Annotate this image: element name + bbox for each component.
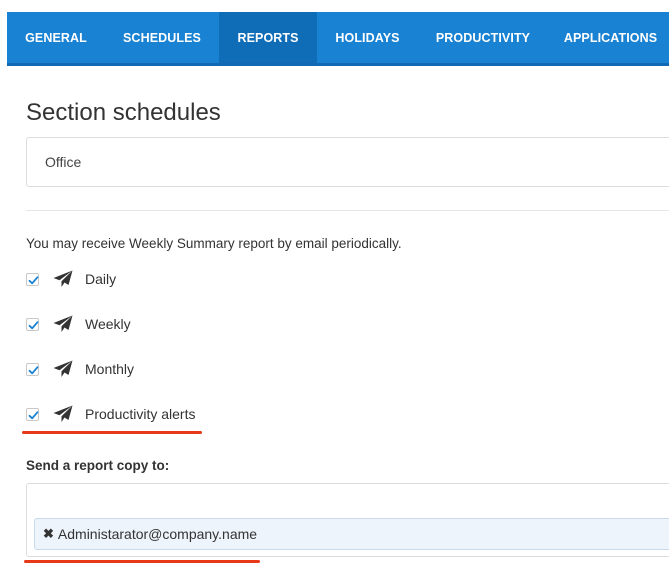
productivity-alerts-label: Productivity alerts — [85, 406, 196, 422]
divider — [26, 210, 669, 211]
report-option-daily: Daily — [26, 269, 116, 289]
highlight-underline — [22, 431, 202, 434]
paper-plane-icon — [53, 405, 73, 422]
recipient-tag: ✖ Administarator@company.name — [34, 518, 669, 550]
tab-holidays[interactable]: HOLIDAYS — [317, 12, 418, 63]
tab-reports[interactable]: REPORTS — [219, 12, 317, 63]
section-schedule-input[interactable] — [26, 137, 669, 187]
weekly-checkbox[interactable] — [26, 317, 39, 331]
weekly-summary-info: You may receive Weekly Summary report by… — [26, 236, 402, 251]
report-option-monthly: Monthly — [26, 359, 134, 379]
checkmark-icon — [28, 320, 39, 329]
paper-plane-icon — [53, 360, 73, 377]
tab-applications[interactable]: APPLICATIONS — [548, 12, 669, 63]
daily-label: Daily — [85, 271, 117, 287]
checkmark-icon — [28, 275, 39, 284]
report-copy-label: Send a report copy to: — [26, 458, 170, 473]
productivity-alerts-checkbox[interactable] — [26, 407, 39, 421]
report-option-weekly: Weekly — [26, 314, 131, 334]
tab-general[interactable]: GENERAL — [7, 12, 105, 63]
report-option-productivity-alerts: Productivity alerts — [26, 404, 195, 424]
recipient-input[interactable]: ✖ Administarator@company.name — [26, 483, 669, 557]
settings-tab-bar: GENERAL SCHEDULES REPORTS HOLIDAYS PRODU… — [7, 12, 669, 66]
recipient-email: Administarator@company.name — [57, 526, 258, 542]
monthly-checkbox[interactable] — [26, 362, 39, 376]
tab-productivity[interactable]: PRODUCTIVITY — [418, 12, 548, 63]
tab-schedules[interactable]: SCHEDULES — [105, 12, 219, 63]
paper-plane-icon — [53, 315, 73, 332]
weekly-label: Weekly — [85, 316, 131, 332]
monthly-label: Monthly — [85, 361, 135, 377]
section-title: Section schedules — [26, 99, 221, 126]
checkmark-icon — [28, 365, 39, 374]
daily-checkbox[interactable] — [26, 272, 39, 286]
x-icon[interactable]: ✖ — [43, 526, 54, 542]
paper-plane-icon — [53, 270, 73, 287]
checkmark-icon — [28, 410, 39, 419]
highlight-underline — [24, 560, 260, 563]
